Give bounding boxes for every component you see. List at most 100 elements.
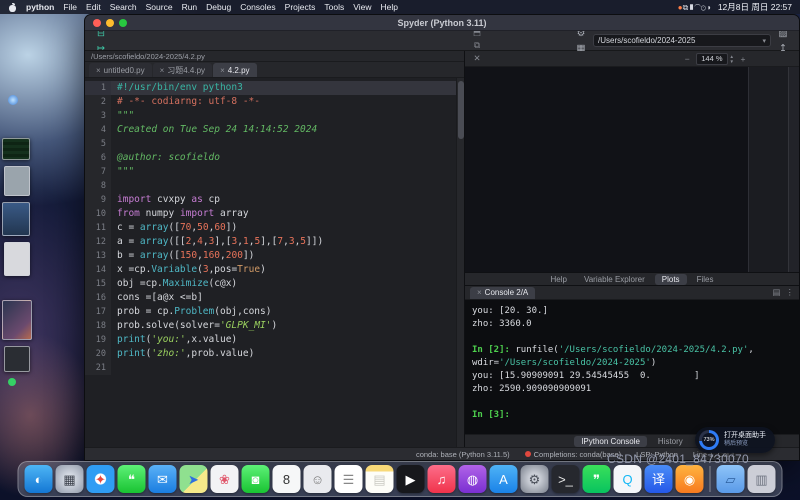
dock-icon-maps[interactable]: ➤ — [180, 465, 208, 493]
dock-icon-downloads-folder[interactable]: ▱ — [717, 465, 745, 493]
code-text: obj =cp.Maximize(c@x) — [111, 277, 456, 291]
window-thumbnail[interactable] — [4, 166, 30, 196]
menu-item-file[interactable]: File — [63, 2, 77, 12]
minimize-window-button[interactable] — [106, 19, 114, 27]
desktop: python File Edit Search Source Run Debug Consol… — [0, 0, 800, 500]
menu-item-search[interactable]: Search — [110, 2, 137, 12]
desktop-icon[interactable] — [8, 95, 18, 105]
dock-icon-terminal[interactable]: >_ — [552, 465, 580, 493]
window-title: Spyder (Python 3.11) — [85, 18, 799, 28]
dock-icon-finder[interactable]: ◐ — [25, 465, 53, 493]
pane-tab-plots[interactable]: Plots — [655, 274, 687, 285]
menu-datetime[interactable]: 12月8日 周日 22:57 — [718, 1, 792, 13]
dock-icon-qq[interactable]: Q — [614, 465, 642, 493]
zoom-in-icon[interactable]: + — [736, 52, 750, 65]
console-bottom-tab-ipython-console[interactable]: IPython Console — [574, 436, 647, 447]
zoom-level[interactable]: 144 % — [696, 53, 727, 65]
copy-plot-icon[interactable]: ⧉ — [470, 39, 484, 52]
window-titlebar[interactable]: Spyder (Python 3.11) — [85, 15, 799, 31]
dock-icon-facetime[interactable]: ◙ — [242, 465, 270, 493]
assistant-line1[interactable]: 打开桌面助手 — [724, 431, 766, 440]
apple-menu-icon[interactable] — [8, 3, 17, 12]
pane-tab-help[interactable]: Help — [544, 274, 574, 285]
close-console-icon[interactable]: × — [477, 288, 482, 297]
dock-icon-safari[interactable]: ✦ — [87, 465, 115, 493]
plot-display-area[interactable] — [465, 67, 748, 272]
console-options-icon[interactable]: ⋮ — [786, 287, 795, 298]
menu-item-help[interactable]: Help — [381, 2, 398, 12]
close-tab-icon[interactable]: × — [220, 66, 225, 75]
window-thumbnail[interactable] — [4, 346, 30, 372]
control-center-icon[interactable]: ◑ — [706, 3, 711, 12]
dock-icon-contacts[interactable]: ☺ — [304, 465, 332, 493]
editor-scrollbar[interactable] — [456, 78, 464, 447]
podcasts-icon: ◍ — [467, 473, 478, 486]
downloads-folder-icon: ▱ — [726, 473, 736, 486]
dock-icon-settings[interactable]: ⚙ — [521, 465, 549, 493]
code-text: # -*- codiarng: utf-8 -*- — [111, 95, 456, 109]
dock-icon-messages[interactable]: ❝ — [118, 465, 146, 493]
plot-thumbnails-strip[interactable] — [748, 67, 788, 272]
zoom-window-button[interactable] — [119, 19, 127, 27]
code-text: prob.solve(solver='GLPK_MI') — [111, 319, 456, 333]
editor-tab-untitled0.py[interactable]: ×untitled0.py — [89, 63, 152, 77]
dock-icon-wechat[interactable]: ❞ — [583, 465, 611, 493]
editor-tab-4.2.py[interactable]: ×4.2.py — [213, 63, 256, 77]
menu-item-debug[interactable]: Debug — [206, 2, 231, 12]
console-output[interactable]: you: [20. 30.]zho: 3360.0 In [2]: runfil… — [465, 300, 799, 434]
dock-icon-calendar[interactable]: 8 — [273, 465, 301, 493]
close-window-button[interactable] — [93, 19, 101, 27]
code-editor[interactable]: 1#!/usr/bin/env python32# -*- codiarng: … — [85, 78, 464, 447]
menu-status-icons: ●⧉▮◠⊙◑ — [678, 2, 711, 13]
assistant-widget[interactable]: 73% 打开桌面助手 稍后预览 — [695, 427, 775, 453]
working-directory-selector[interactable]: /Users/scofieldo/2024-2025 ▾ — [593, 34, 771, 47]
line-number: 7 — [85, 165, 111, 179]
dock-icon-reminders[interactable]: ☰ — [335, 465, 363, 493]
zoom-out-icon[interactable]: − — [680, 52, 694, 65]
assistant-line2[interactable]: 稍后预览 — [724, 440, 766, 449]
working-directory-path: /Users/scofieldo/2024-2025 — [598, 36, 695, 45]
plots-scrollbar[interactable] — [788, 67, 799, 272]
remove-plot-icon[interactable]: ✕ — [470, 52, 484, 65]
dock-icon-launchpad[interactable]: ▦ — [56, 465, 84, 493]
zoom-spinner[interactable]: ▲▼ — [730, 53, 734, 65]
dock-icon-mail[interactable]: ✉ — [149, 465, 177, 493]
window-thumbnail[interactable] — [2, 138, 30, 160]
dock-icon-podcasts[interactable]: ◍ — [459, 465, 487, 493]
editor-tab--4.4.py[interactable]: ×习题4.4.py — [153, 63, 212, 77]
dock-icon-music[interactable]: ♫ — [428, 465, 456, 493]
plots-pane: ⬓⬒⧉✕⊗◀▶ − 144 % ▲▼ + — [465, 51, 799, 273]
menu-item-edit[interactable]: Edit — [86, 2, 101, 12]
dock-icon-notes[interactable]: ▤ — [366, 465, 394, 493]
pane-tab-variable-explorer[interactable]: Variable Explorer — [577, 274, 652, 285]
line-number: 8 — [85, 179, 111, 193]
console-header-icons: ▤⋮ — [772, 287, 794, 298]
dock-icon-trash[interactable]: ▥ — [748, 465, 776, 493]
close-tab-icon[interactable]: × — [96, 66, 101, 75]
dock-icon-app-orange[interactable]: ◉ — [676, 465, 704, 493]
menu-item-run[interactable]: Run — [182, 2, 198, 12]
close-tab-icon[interactable]: × — [160, 66, 165, 75]
console-list-icon[interactable]: ▤ — [772, 287, 780, 298]
menu-item-python[interactable]: python — [26, 2, 54, 12]
console-line: zho: 3360.0 — [472, 318, 799, 331]
menu-item-consoles[interactable]: Consoles — [240, 2, 275, 12]
menu-item-projects[interactable]: Projects — [285, 2, 316, 12]
menu-item-view[interactable]: View — [353, 2, 371, 12]
desktop-icon[interactable] — [8, 378, 16, 386]
dock-icon-appstore[interactable]: A — [490, 465, 518, 493]
pane-tab-files[interactable]: Files — [690, 274, 721, 285]
window-thumbnail[interactable] — [4, 242, 30, 276]
console-tab[interactable]: × Console 2/A — [470, 287, 535, 299]
dock-icon-baidu-translate[interactable]: 译 — [645, 465, 673, 493]
window-thumbnail[interactable] — [2, 202, 30, 236]
dock-icon-photos[interactable]: ❀ — [211, 465, 239, 493]
dock-icon-tv[interactable]: ▶ — [397, 465, 425, 493]
conda-env-status: conda: base (Python 3.11.5) — [416, 450, 510, 459]
window-thumbnail[interactable] — [2, 300, 32, 340]
editor-scrollbar-thumb[interactable] — [458, 81, 464, 139]
main-toolbar: ▢▧⬓⬒▶⊞⊟↦▶↷↧↥↠■ ⚙▦ /Users/scofieldo/2024-… — [85, 31, 799, 51]
menu-item-tools[interactable]: Tools — [324, 2, 344, 12]
console-bottom-tab-history[interactable]: History — [651, 436, 690, 447]
menu-item-source[interactable]: Source — [146, 2, 173, 12]
